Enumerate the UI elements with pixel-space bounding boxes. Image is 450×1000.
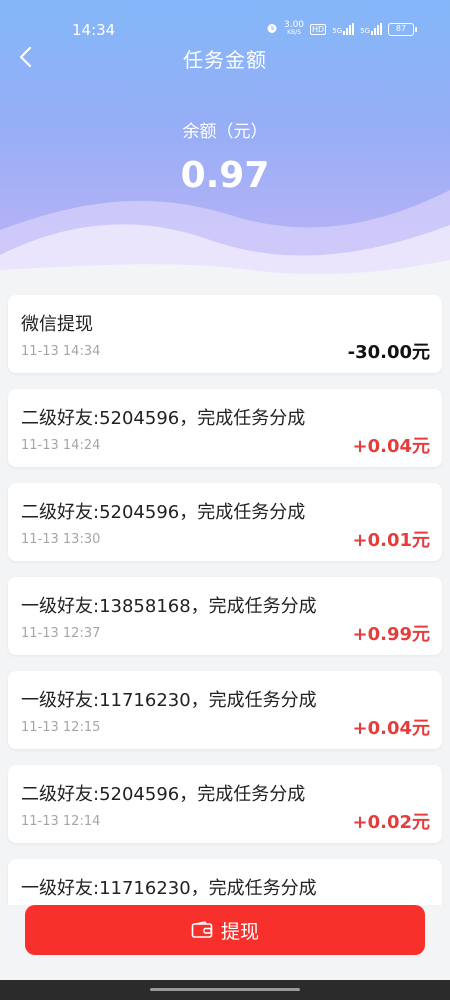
header: 14:34 3.00 KB/S HD 5G 5G 87 任务金额 余额（元） 0… [0,0,450,285]
record-time: 11-13 13:30 [21,532,101,547]
balance-label: 余额（元） [182,122,268,142]
list-item[interactable]: 二级好友:5204596，完成任务分成 11-13 13:30 +0.01元 [8,483,442,561]
record-amount: -30.00元 [347,342,430,363]
wallet-icon [191,921,213,938]
list-item[interactable]: 微信提现 11-13 14:34 -30.00元 [8,295,442,373]
balance-value: 0.97 [180,155,270,196]
record-title: 二级好友:5204596，完成任务分成 [21,784,306,805]
withdraw-label: 提现 [220,920,259,943]
status-bar: 14:34 3.00 KB/S HD 5G 5G 87 [0,18,450,42]
record-time: 11-13 12:15 [21,720,101,735]
network-speed: 3.00 KB/S [283,20,305,37]
record-time: 11-13 12:37 [21,626,101,641]
hd-badge: HD [310,23,327,35]
transaction-list[interactable]: 微信提现 11-13 14:34 -30.00元 二级好友:5204596，完成… [0,295,450,905]
record-amount: +0.02元 [352,812,431,833]
battery-icon: 87 [388,22,417,36]
home-indicator[interactable] [150,988,300,991]
list-item[interactable]: 一级好友:11716230，完成任务分成 11-13 12:15 +0.04元 [8,671,442,749]
record-title: 一级好友:11716230，完成任务分成 [21,878,317,899]
system-nav-bar [0,980,450,1000]
record-time: 11-13 14:24 [21,438,101,453]
withdraw-button[interactable]: 提现 [25,905,425,955]
record-title: 一级好友:11716230，完成任务分成 [21,690,317,711]
list-item[interactable]: 二级好友:5204596，完成任务分成 11-13 12:14 +0.02元 [8,765,442,843]
record-time: 11-13 14:34 [21,344,101,359]
page-title: 任务金额 [183,48,267,72]
record-title: 微信提现 [21,314,93,335]
list-item[interactable]: 二级好友:5204596，完成任务分成 11-13 14:24 +0.04元 [8,389,442,467]
record-title: 二级好友:5204596，完成任务分成 [21,502,306,523]
status-time: 14:34 [72,21,116,39]
record-amount: +0.01元 [352,530,431,551]
signal-icon-1: 5G [332,23,355,35]
record-title: 二级好友:5204596，完成任务分成 [21,408,306,429]
list-item[interactable]: 一级好友:13858168，完成任务分成 11-13 12:37 +0.99元 [8,577,442,655]
status-icons: 3.00 KB/S HD 5G 5G 87 [266,20,417,37]
signal-icon-2: 5G [360,23,382,35]
list-item[interactable]: 一级好友:11716230，完成任务分成 [8,859,442,905]
alarm-icon [266,22,278,37]
record-amount: +0.04元 [352,718,431,739]
record-amount: +0.04元 [352,436,431,457]
record-time: 11-13 12:14 [21,814,101,829]
record-title: 一级好友:13858168，完成任务分成 [21,596,317,617]
record-amount: +0.99元 [352,624,431,645]
